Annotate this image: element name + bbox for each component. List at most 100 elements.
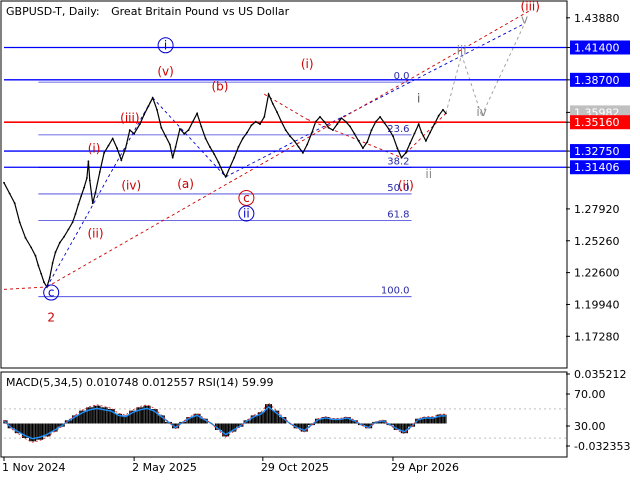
- indicator-tick-label: 70.00: [574, 388, 606, 401]
- price-point: [80, 195, 83, 197]
- wave-label: (ii): [88, 227, 104, 241]
- price-point: [263, 116, 266, 118]
- price-point: [111, 137, 114, 140]
- price-point: [200, 125, 203, 128]
- indicator-title: MACD(5,34,5) 0.010748 0.012557 RSI(14) 5…: [6, 376, 273, 389]
- price-point: [271, 102, 274, 105]
- price-point: [217, 161, 220, 164]
- price-point: [233, 156, 236, 159]
- price-tick-label: 1.31406: [574, 161, 620, 174]
- price-point: [191, 120, 194, 123]
- price-point: [224, 175, 227, 178]
- price-point: [209, 146, 211, 148]
- price-point: [267, 93, 270, 96]
- time-tick-label: 29 Apr 2026: [391, 461, 459, 474]
- price-point: [409, 142, 411, 145]
- price-point: [40, 272, 43, 275]
- price-point: [259, 123, 261, 125]
- price-point: [116, 147, 118, 150]
- wave-label: (v): [157, 65, 173, 79]
- price-point: [77, 203, 80, 206]
- wave-label: ii: [425, 167, 432, 181]
- price-point: [413, 132, 416, 135]
- price-point: [147, 105, 150, 108]
- price-point: [336, 123, 339, 125]
- price-point: [314, 120, 317, 123]
- price-point: [204, 137, 207, 140]
- price-point: [241, 137, 244, 140]
- price-point: [74, 213, 77, 215]
- indicator-axis: 0.035212 70.00 30.00 -0.032353: [566, 368, 630, 453]
- price-point: [276, 111, 278, 114]
- wave-label: (i): [301, 57, 314, 71]
- wave-label: ii: [243, 207, 250, 221]
- price-point: [362, 147, 364, 150]
- price-point: [83, 186, 85, 189]
- price-point: [370, 129, 373, 132]
- wave-label: c: [48, 286, 55, 300]
- price-point: [107, 144, 110, 147]
- price-point: [302, 152, 304, 154]
- wave-label: c: [243, 191, 250, 205]
- price-point: [24, 237, 27, 239]
- price-point: [392, 135, 394, 138]
- time-tick-label: 29 Oct 2025: [261, 461, 329, 474]
- price-tick-label: 1.25260: [574, 235, 620, 248]
- price-point: [8, 192, 11, 195]
- price-point: [366, 141, 369, 144]
- wave-label: iv: [476, 105, 486, 119]
- price-point: [284, 129, 287, 132]
- price-point: [213, 153, 216, 156]
- price-point: [143, 113, 146, 116]
- price-point: [13, 202, 16, 205]
- price-point: [58, 241, 61, 244]
- price-point: [420, 131, 423, 134]
- price-point: [187, 129, 190, 132]
- price-point: [133, 132, 136, 135]
- chart-symbol: GBPUSD-T, Daily:: [6, 5, 100, 18]
- price-point: [171, 156, 174, 159]
- chart-title: GBPUSD-T, Daily: Great Britain Pound vs …: [6, 5, 290, 18]
- indicator-tick-label: -0.032353: [574, 440, 630, 453]
- indicator-tick-label: 0.035212: [574, 368, 627, 381]
- wave-label: (ii): [398, 178, 414, 192]
- price-point: [63, 235, 65, 238]
- wave-label: (iv): [121, 178, 141, 192]
- price-point: [87, 160, 90, 163]
- price-point: [442, 108, 444, 111]
- price-point: [67, 228, 70, 231]
- price-point: [349, 125, 351, 128]
- price-point: [71, 221, 74, 224]
- price-point: [340, 117, 343, 119]
- price-point: [18, 221, 21, 224]
- price-point: [3, 181, 5, 184]
- price-point: [417, 123, 420, 125]
- price-point: [98, 171, 101, 173]
- price-point: [91, 202, 94, 205]
- price-point: [151, 96, 154, 99]
- main-panel-frame: [0, 0, 568, 369]
- wave-label: v: [521, 13, 528, 27]
- indicator-tick-label: 30.00: [574, 420, 606, 433]
- price-tick-label: 1.35160: [574, 116, 620, 129]
- wave-label: (b): [211, 80, 228, 94]
- price-point: [400, 156, 403, 159]
- price-tick-label: 1.17280: [574, 330, 620, 343]
- price-tick-label: 1.22600: [574, 267, 620, 280]
- price-point: [293, 140, 296, 142]
- price-point: [319, 116, 321, 118]
- price-tick-label: 1.32750: [574, 145, 620, 158]
- price-tick-label: 1.41400: [574, 42, 620, 55]
- price-point: [323, 120, 326, 123]
- price-point: [437, 114, 440, 117]
- price-point: [280, 120, 283, 123]
- price-point: [246, 131, 249, 134]
- price-point: [404, 152, 407, 154]
- wave-label: (iii): [120, 111, 139, 125]
- price-point: [353, 132, 356, 135]
- price-point: [174, 146, 177, 148]
- price-point: [43, 281, 45, 284]
- price-point: [387, 127, 390, 130]
- price-point: [383, 122, 386, 124]
- price-point: [357, 140, 360, 142]
